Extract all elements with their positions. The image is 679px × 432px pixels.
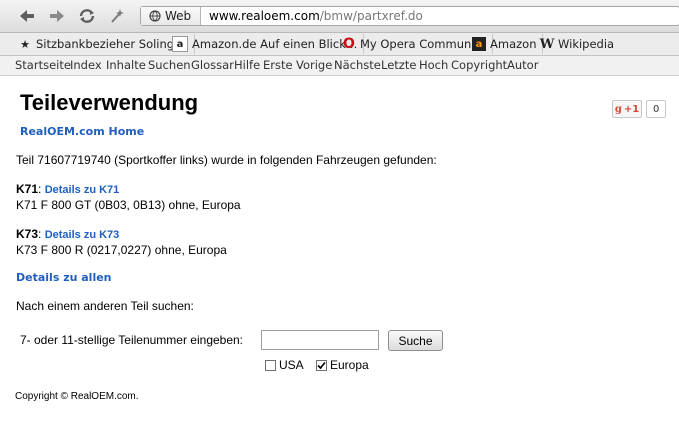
usa-label: USA [279, 358, 304, 372]
result-code: K71 [16, 182, 39, 196]
nav-letzte[interactable]: Letzte [381, 58, 416, 72]
part-number-input[interactable] [261, 330, 379, 350]
nav-naechste[interactable]: Nächste [334, 58, 381, 72]
checkmark-icon [317, 361, 326, 369]
nav-index[interactable]: Index [70, 58, 102, 72]
reload-button[interactable] [76, 6, 98, 26]
back-arrow-icon [20, 10, 34, 22]
page-content: Teileverwendung g +1 0 RealOEM.com Home T… [0, 76, 679, 432]
result-k73-header: K73: Details zu K73 [16, 227, 120, 241]
gplus-count: 0 [646, 100, 667, 118]
forward-arrow-icon [50, 10, 64, 22]
address-badge-label: Web [165, 9, 192, 23]
usa-checkbox[interactable]: USA [265, 358, 304, 372]
result-k73-desc: K73 F 800 R (0217,0227) ohne, Europa [16, 243, 227, 257]
usa-checkbox-box[interactable] [265, 359, 276, 371]
browser-toolbar: Web www.realoem.com/bmw/partxref.do [0, 0, 679, 33]
gplus-button[interactable]: g +1 [612, 100, 642, 118]
nav-glossar[interactable]: Glossar [191, 58, 234, 72]
europa-checkbox[interactable]: Europa [316, 358, 369, 372]
site-nav-bar: Startseite Index Inhalte Suchen Glossar … [0, 56, 679, 76]
bookmark-label: Amazon [490, 37, 537, 51]
bookmark-wikipedia[interactable]: W Wikipedia [534, 34, 620, 54]
details-k73-link[interactable]: Details zu K73 [45, 229, 120, 241]
nav-vorige[interactable]: Vorige [296, 58, 332, 72]
bookmarks-bar: ★ Sitzbankbezieher Solingen a Amazon.de … [0, 33, 679, 56]
result-code: K73 [16, 227, 39, 241]
address-bar[interactable]: Web www.realoem.com/bmw/partxref.do [140, 6, 679, 26]
nav-hilfe[interactable]: Hilfe [234, 58, 260, 72]
gplus-label: +1 [623, 103, 640, 115]
nav-copyright[interactable]: Copyright [451, 58, 507, 72]
intro-text: Teil 71607719740 (Sportkoffer links) wur… [16, 153, 437, 167]
amazon-icon: a [472, 37, 486, 51]
opera-icon: O [343, 36, 355, 52]
nav-hoch[interactable]: Hoch [419, 58, 448, 72]
nav-erste[interactable]: Erste [263, 58, 293, 72]
details-k71-link[interactable]: Details zu K71 [45, 184, 120, 196]
address-url: www.realoem.com/bmw/partxref.do [209, 9, 423, 23]
home-link[interactable]: RealOEM.com Home [20, 125, 144, 138]
star-icon: ★ [20, 37, 30, 51]
amazon-icon: a [172, 36, 188, 52]
reload-icon [79, 9, 95, 23]
search-heading: Nach einem anderen Teil suchen: [16, 299, 194, 313]
globe-icon [149, 10, 161, 22]
europa-checkbox-box[interactable] [316, 359, 327, 371]
back-button[interactable] [16, 6, 38, 26]
gplus-widget: g +1 0 [612, 100, 667, 118]
gplus-icon: g [614, 103, 622, 115]
search-button[interactable]: Suche [388, 330, 443, 351]
nav-suchen[interactable]: Suchen [148, 58, 191, 72]
url-host: www.realoem.com [209, 9, 320, 23]
url-path: /bmw/partxref.do [319, 9, 423, 23]
copyright-text: Copyright © RealOEM.com. [15, 391, 139, 402]
europa-label: Europa [330, 358, 369, 372]
wand-button[interactable] [106, 6, 128, 26]
forward-button[interactable] [46, 6, 68, 26]
search-label: 7- oder 11-stellige Teilenummer eingeben… [20, 333, 244, 347]
result-k71-desc: K71 F 800 GT (0B03, 0B13) ohne, Europa [16, 198, 241, 212]
bookmark-amazon[interactable]: a Amazon [466, 34, 544, 54]
page-title: Teileverwendung [20, 90, 199, 115]
wand-icon [111, 9, 124, 23]
address-badge: Web [141, 7, 201, 25]
bookmark-amazon-de[interactable]: a Amazon.de Auf einen Blick… [166, 34, 365, 54]
nav-inhalte[interactable]: Inhalte [106, 58, 146, 72]
bookmark-label: Wikipedia [558, 37, 615, 51]
wikipedia-icon: W [539, 36, 555, 52]
bookmark-label: Amazon.de Auf einen Blick… [192, 37, 358, 51]
nav-startseite[interactable]: Startseite [15, 58, 71, 72]
details-all-link[interactable]: Details zu allen [16, 271, 112, 284]
nav-autor[interactable]: Autor [507, 58, 538, 72]
result-k71-header: K71: Details zu K71 [16, 182, 120, 196]
